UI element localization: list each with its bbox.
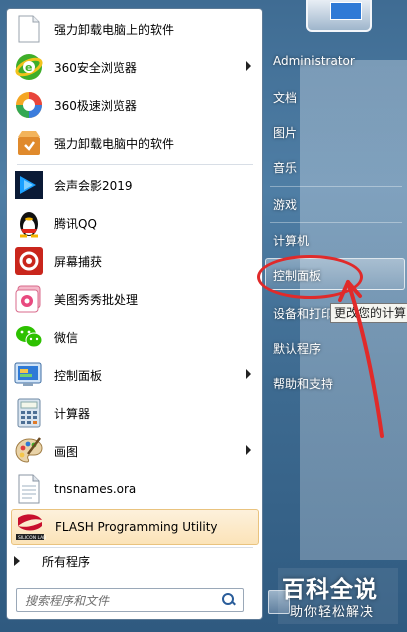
right-item-administrator[interactable]: Administrator xyxy=(273,54,355,68)
program-item-360-safe-browser[interactable]: e 360安全浏览器 xyxy=(11,49,257,85)
right-separator xyxy=(270,186,402,187)
program-label: tnsnames.ora xyxy=(54,482,137,496)
search-box[interactable]: 搜索程序和文件 xyxy=(16,588,244,612)
file-document-icon xyxy=(13,473,45,505)
monitor-icon xyxy=(330,2,362,20)
svg-text:SILICON LABS: SILICON LABS xyxy=(18,535,46,541)
program-label: 360安全浏览器 xyxy=(54,60,137,75)
right-item-games[interactable]: 游戏 xyxy=(273,196,297,213)
program-label: 360极速浏览器 xyxy=(54,98,137,113)
right-item-documents[interactable]: 文档 xyxy=(273,89,297,106)
control-panel-icon xyxy=(13,359,45,391)
program-label: 腾讯QQ xyxy=(54,216,97,231)
user-picture[interactable] xyxy=(306,0,372,32)
silicon-labs-icon: SILICON LABS xyxy=(14,511,46,543)
start-menu-programs-panel: 强力卸载电脑上的软件 e 360安全浏览器 360极速浏览器 强力卸载电脑中的软… xyxy=(6,8,263,620)
program-label: 画图 xyxy=(54,444,79,459)
submenu-arrow-icon[interactable] xyxy=(246,445,251,455)
program-label: 会声会影2019 xyxy=(54,178,133,193)
separator xyxy=(17,547,253,548)
wechat-icon xyxy=(13,321,45,353)
meitu-batch-icon xyxy=(13,283,45,315)
search-icon[interactable] xyxy=(221,592,237,608)
annotation-ellipse xyxy=(257,255,363,299)
submenu-arrow-icon[interactable] xyxy=(246,369,251,379)
right-item-default-programs[interactable]: 默认程序 xyxy=(273,340,321,357)
program-item-screen-capture[interactable]: 屏幕捕获 xyxy=(11,243,257,279)
watermark-subtitle: 助你轻松解决 xyxy=(290,605,375,620)
search-input[interactable]: 搜索程序和文件 xyxy=(25,592,221,609)
program-item-control-panel[interactable]: 控制面板 xyxy=(11,357,257,393)
program-label: 强力卸载电脑上的软件 xyxy=(54,22,175,37)
screen-capture-icon xyxy=(13,245,45,277)
program-item-360-speed-browser[interactable]: 360极速浏览器 xyxy=(11,87,257,123)
uninstall-box-icon xyxy=(13,127,45,159)
tooltip: 更改您的计算 xyxy=(330,303,407,323)
program-item-paint[interactable]: 画图 xyxy=(11,433,257,469)
paint-palette-icon xyxy=(13,435,45,467)
qq-penguin-icon xyxy=(13,207,45,239)
watermark: 百科全说 助你轻松解决 xyxy=(278,568,398,624)
program-label: 计算器 xyxy=(54,406,91,421)
all-programs-button[interactable]: 所有程序 xyxy=(8,550,248,572)
program-item-uninstall-1[interactable]: 强力卸载电脑上的软件 xyxy=(11,11,257,47)
program-item-uninstall-2[interactable]: 强力卸载电脑中的软件 xyxy=(11,125,257,161)
program-item-wechat[interactable]: 微信 xyxy=(11,319,257,355)
program-item-tnsnames[interactable]: tnsnames.ora xyxy=(11,471,257,507)
submenu-arrow-icon[interactable] xyxy=(246,61,251,71)
right-item-computer[interactable]: 计算机 xyxy=(273,232,309,249)
program-label: 强力卸载电脑中的软件 xyxy=(54,136,175,151)
program-label: 微信 xyxy=(54,330,79,345)
all-programs-label: 所有程序 xyxy=(42,554,91,569)
expand-arrow-icon xyxy=(14,556,20,566)
program-label: 美图秀秀批处理 xyxy=(54,292,139,307)
program-item-video-studio[interactable]: 会声会影2019 xyxy=(11,167,257,203)
separator xyxy=(17,164,253,165)
video-studio-icon xyxy=(13,169,45,201)
program-item-calculator[interactable]: 计算器 xyxy=(11,395,257,431)
program-label: 屏幕捕获 xyxy=(54,254,103,269)
calculator-icon xyxy=(13,397,45,429)
program-label: FLASH Programming Utility xyxy=(55,520,218,534)
360-speed-browser-icon xyxy=(13,89,45,121)
program-item-qq[interactable]: 腾讯QQ xyxy=(11,205,257,241)
watermark-title: 百科全说 xyxy=(282,577,378,603)
right-separator xyxy=(270,222,402,223)
program-item-flash-utility[interactable]: SILICON LABS FLASH Programming Utility xyxy=(11,509,259,545)
right-item-devices-printers[interactable]: 设备和打印 xyxy=(273,305,333,322)
right-item-music[interactable]: 音乐 xyxy=(273,159,297,176)
program-item-meitu[interactable]: 美图秀秀批处理 xyxy=(11,281,257,317)
program-label: 控制面板 xyxy=(54,368,103,383)
right-item-pictures[interactable]: 图片 xyxy=(273,124,297,141)
svg-text:e: e xyxy=(25,61,32,74)
blank-document-icon xyxy=(13,13,45,45)
right-item-help-support[interactable]: 帮助和支持 xyxy=(273,375,333,392)
360-safe-browser-icon: e xyxy=(13,51,45,83)
